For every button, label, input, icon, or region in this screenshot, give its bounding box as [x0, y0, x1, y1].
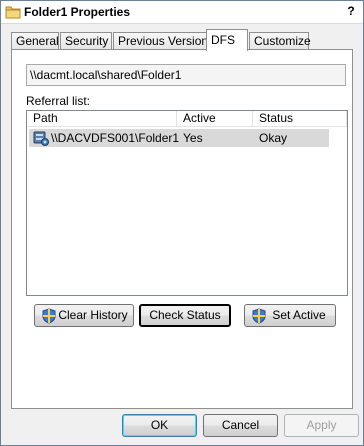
list-item[interactable]: \\DACVDFS001\Folder1 Yes Okay: [29, 129, 329, 147]
tab-general[interactable]: General: [11, 32, 59, 49]
column-header-active[interactable]: Active: [177, 111, 253, 127]
namespace-path-field[interactable]: \\dacmt.local\shared\Folder1: [26, 64, 346, 86]
folder-icon: [5, 6, 21, 19]
tab-customize[interactable]: Customize: [249, 32, 311, 49]
tab-dfs[interactable]: DFS: [206, 29, 248, 51]
referral-list[interactable]: Path Active Status \\DACVDFS001\Folder1 …: [26, 110, 348, 296]
uac-shield-icon: [42, 308, 56, 324]
window-title: Folder1 Properties: [24, 5, 131, 19]
server-share-icon: [33, 131, 49, 146]
row-path: \\DACVDFS001\Folder1: [51, 131, 180, 145]
referral-list-label: Referral list:: [26, 94, 91, 108]
ok-button[interactable]: OK: [122, 414, 197, 437]
dfs-panel: \\dacmt.local\shared\Folder1 Referral li…: [11, 49, 353, 409]
apply-button[interactable]: Apply: [284, 414, 359, 437]
column-header-path[interactable]: Path: [27, 111, 177, 127]
row-status: Okay: [259, 131, 288, 145]
row-active: Yes: [183, 131, 203, 145]
check-status-button[interactable]: Check Status: [139, 304, 231, 327]
tab-previous-versions[interactable]: Previous Versions: [113, 32, 214, 49]
set-active-button[interactable]: Set Active: [244, 304, 336, 327]
help-button[interactable]: ?: [343, 3, 359, 19]
list-header: Path Active Status: [27, 111, 347, 127]
tab-security[interactable]: Security: [60, 32, 112, 49]
title-bar[interactable]: Folder1 Properties ?: [1, 1, 363, 24]
column-header-status[interactable]: Status: [253, 111, 347, 127]
properties-dialog: Folder1 Properties ? General Security Pr…: [0, 0, 364, 446]
cancel-button[interactable]: Cancel: [203, 414, 278, 437]
clear-history-button[interactable]: Clear History: [34, 304, 134, 327]
uac-shield-icon: [252, 308, 266, 324]
